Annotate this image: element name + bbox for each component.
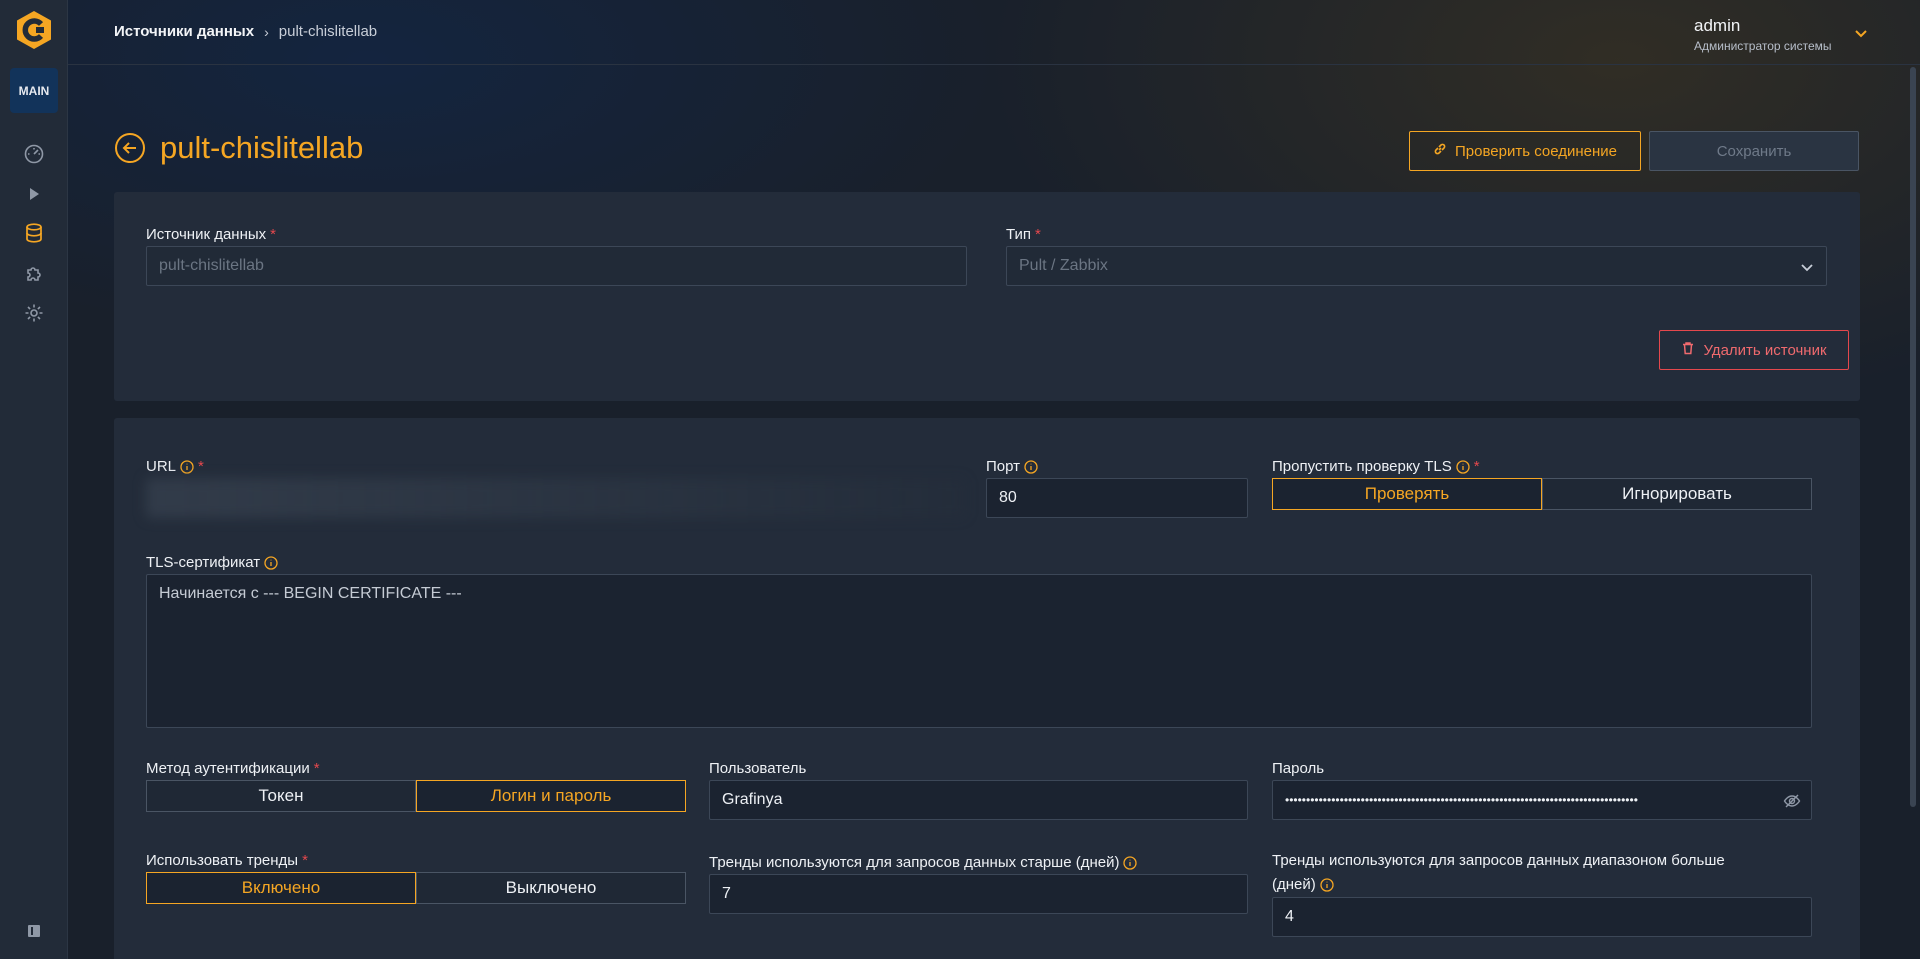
type-select[interactable]: Pult / Zabbix xyxy=(1006,246,1827,286)
check-connection-button[interactable]: Проверить соединение xyxy=(1409,131,1641,171)
collapse-sidebar-icon[interactable] xyxy=(27,924,41,938)
source-card xyxy=(114,192,1860,401)
breadcrumb: Источники данных › pult-chislitellab xyxy=(114,23,377,40)
database-icon[interactable] xyxy=(23,222,45,244)
check-connection-label: Проверить соединение xyxy=(1455,142,1617,160)
type-label: Тип * xyxy=(1006,226,1041,243)
user-name: admin xyxy=(1694,16,1741,35)
source-name-label: Источник данных * xyxy=(146,226,276,243)
password-label: Пароль xyxy=(1272,760,1324,777)
url-label-text: URL xyxy=(146,458,177,475)
info-icon[interactable] xyxy=(264,555,278,570)
type-label-text: Тип xyxy=(1006,226,1032,243)
trends-older-label-text: Тренды используются для запросов данных … xyxy=(709,854,1120,871)
trends-range-label-2: (дней) xyxy=(1272,876,1334,893)
breadcrumb-data-sources-link[interactable]: Источники данных xyxy=(114,23,254,40)
port-label: Порт xyxy=(986,458,1038,475)
page-title: pult-chislitellab xyxy=(160,130,364,165)
password-label-text: Пароль xyxy=(1272,760,1325,777)
back-arrow-icon[interactable] xyxy=(114,132,146,164)
sidebar: MAIN xyxy=(0,0,68,959)
main-content: Источники данных › pult-chislitellab adm… xyxy=(68,0,1920,959)
auth-method-label: Метод аутентификации * xyxy=(146,760,320,777)
breadcrumb-current: pult-chislitellab xyxy=(278,23,378,40)
password-value: ••••••••••••••••••••••••••••••••••••••••… xyxy=(1285,793,1638,807)
delete-source-button[interactable]: Удалить источник xyxy=(1659,330,1849,370)
user-menu[interactable]: admin Администратор системы xyxy=(1694,16,1832,53)
use-trends-label: Использовать тренды * xyxy=(146,852,308,869)
tls-option-verify[interactable]: Проверять xyxy=(1272,478,1542,510)
plugin-icon[interactable] xyxy=(23,262,45,284)
trash-icon xyxy=(1681,341,1695,359)
username-label: Пользователь xyxy=(709,760,806,777)
source-name-label-text: Источник данных xyxy=(146,226,267,243)
info-icon[interactable] xyxy=(180,459,194,474)
delete-source-label: Удалить источник xyxy=(1703,341,1827,359)
use-trends-label-text: Использовать тренды xyxy=(146,852,299,869)
tls-skip-label-text: Пропустить проверку TLS xyxy=(1272,458,1452,475)
auth-method-toggle: Токен Логин и пароль xyxy=(146,780,686,812)
eye-off-icon[interactable] xyxy=(1783,792,1801,810)
top-bar: Источники данных › pult-chislitellab adm… xyxy=(68,0,1920,65)
source-name-input[interactable]: pult-chislitellab xyxy=(146,246,967,286)
chevron-right-icon: › xyxy=(264,23,269,40)
tls-option-ignore[interactable]: Игнорировать xyxy=(1542,478,1812,510)
trends-option-on[interactable]: Включено xyxy=(146,872,416,904)
username-input[interactable]: Grafinya xyxy=(709,780,1248,820)
type-select-value: Pult / Zabbix xyxy=(1019,257,1108,274)
port-input[interactable]: 80 xyxy=(986,478,1248,518)
save-button[interactable]: Сохранить xyxy=(1649,131,1859,171)
trends-option-off[interactable]: Выключено xyxy=(416,872,686,904)
link-icon xyxy=(1433,142,1447,160)
url-label: URL * xyxy=(146,458,204,475)
trends-range-label-line2: (дней) xyxy=(1272,876,1316,893)
trends-range-label-line1: Тренды используются для запросов данных … xyxy=(1272,852,1725,869)
cert-label: TLS-сертификат xyxy=(146,554,278,571)
scrollbar-thumb[interactable] xyxy=(1910,67,1916,807)
tls-skip-toggle: Проверять Игнорировать xyxy=(1272,478,1812,510)
password-input[interactable]: ••••••••••••••••••••••••••••••••••••••••… xyxy=(1272,780,1812,820)
auth-option-login-password[interactable]: Логин и пароль xyxy=(416,780,686,812)
username-label-text: Пользователь xyxy=(709,760,807,777)
cert-textarea[interactable]: Начинается с --- BEGIN CERTIFICATE --- xyxy=(146,574,1812,728)
cert-label-text: TLS-сертификат xyxy=(146,554,261,571)
auth-option-token[interactable]: Токен xyxy=(146,780,416,812)
info-icon[interactable] xyxy=(1123,855,1138,870)
play-icon[interactable] xyxy=(23,183,45,205)
scrollbar[interactable] xyxy=(1908,65,1918,959)
tls-skip-label: Пропустить проверку TLS * xyxy=(1272,458,1480,475)
user-role: Администратор системы xyxy=(1694,39,1832,53)
port-label-text: Порт xyxy=(986,458,1021,475)
auth-method-label-text: Метод аутентификации xyxy=(146,760,310,777)
url-input-blurred[interactable] xyxy=(146,478,966,518)
info-icon[interactable] xyxy=(1456,459,1470,474)
dashboard-icon[interactable] xyxy=(23,143,45,165)
chevron-down-icon xyxy=(1800,260,1814,274)
info-icon[interactable] xyxy=(1024,459,1038,474)
trends-range-input[interactable]: 4 xyxy=(1272,897,1812,937)
info-icon[interactable] xyxy=(1320,877,1334,892)
use-trends-toggle: Включено Выключено xyxy=(146,872,686,904)
app-logo-icon[interactable] xyxy=(14,10,54,50)
trends-older-label: Тренды используются для запросов данных … xyxy=(709,854,1138,871)
trends-range-label: Тренды используются для запросов данных … xyxy=(1272,852,1725,869)
trends-older-input[interactable]: 7 xyxy=(709,874,1248,914)
chevron-down-icon[interactable] xyxy=(1854,26,1868,40)
workspace-badge[interactable]: MAIN xyxy=(10,68,58,113)
settings-icon[interactable] xyxy=(23,302,45,324)
